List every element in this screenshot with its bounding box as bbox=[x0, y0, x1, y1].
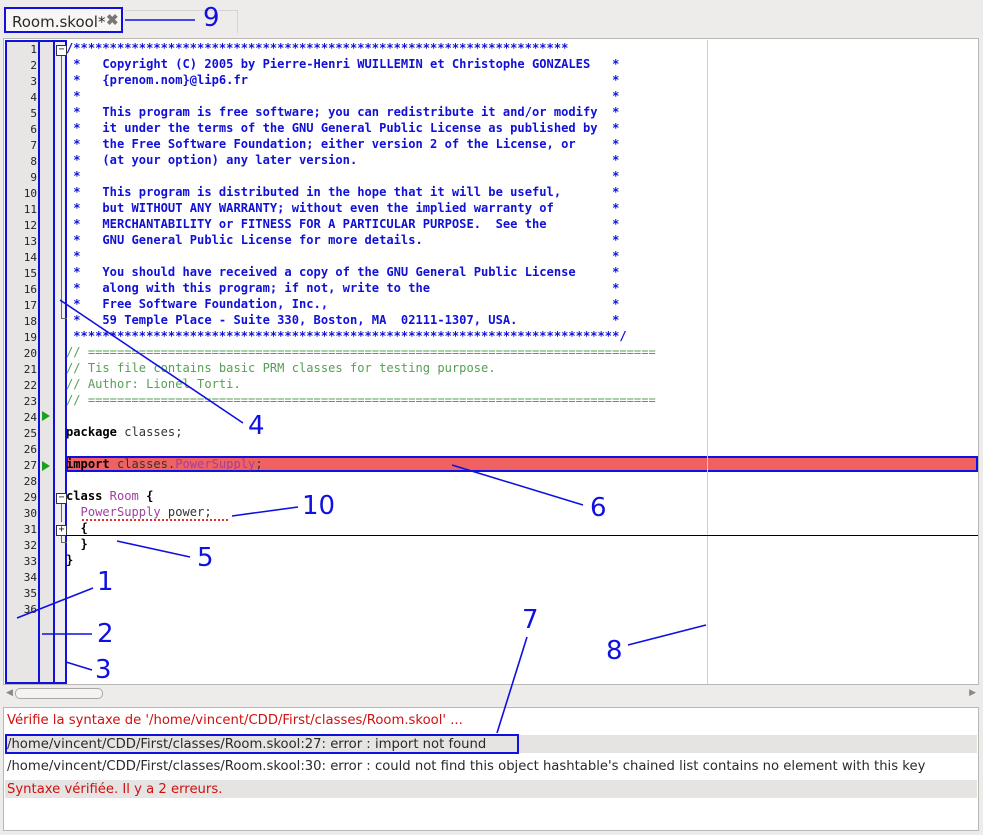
callout-2: 2 bbox=[97, 619, 114, 649]
callout-3: 3 bbox=[95, 655, 112, 685]
callout-6: 6 bbox=[590, 493, 607, 523]
callout-9: 9 bbox=[203, 3, 220, 33]
callout-lines bbox=[16, 19, 707, 734]
callout-7: 7 bbox=[522, 605, 539, 635]
callout-4: 4 bbox=[248, 411, 265, 441]
callout-line-4 bbox=[59, 299, 244, 424]
callout-line-7 bbox=[496, 636, 528, 734]
callout-8: 8 bbox=[606, 636, 623, 666]
callout-5: 5 bbox=[197, 543, 214, 573]
callout-line-10 bbox=[231, 506, 299, 517]
callout-1: 1 bbox=[97, 567, 114, 597]
callout-line-8 bbox=[627, 624, 707, 646]
callout-line-3 bbox=[65, 661, 93, 671]
callout-line-5 bbox=[116, 540, 191, 558]
callout-line-1 bbox=[16, 587, 94, 619]
callout-line-6 bbox=[451, 464, 584, 506]
callout-10: 10 bbox=[302, 491, 336, 521]
